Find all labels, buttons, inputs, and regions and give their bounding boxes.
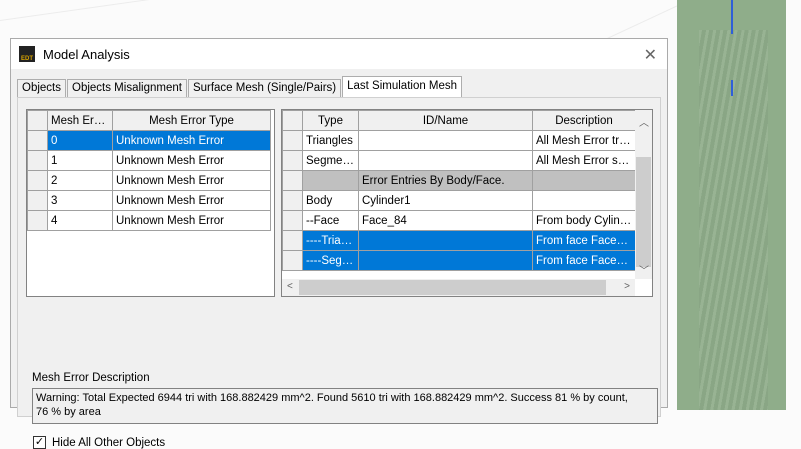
row-header[interactable] [282,210,303,231]
tab-bar: Objects Objects Misalignment Surface Mes… [17,76,463,98]
description-text: Warning: Total Expected 6944 tri with 16… [36,392,628,418]
table-row[interactable]: 0 Unknown Mesh Error [27,130,271,151]
table-cell[interactable]: Triangles [302,130,359,151]
tab-objects-misalignment[interactable]: Objects Misalignment [67,79,187,98]
table-cell[interactable]: 4 [47,210,113,231]
model-analysis-dialog: EDT Model Analysis ✕ Objects Objects Mis… [10,38,668,449]
table-cell[interactable]: All Mesh Error triangl... [532,130,636,151]
table-cell[interactable]: Face_84 [358,210,533,231]
mesh-error-grid: Mesh Error... Mesh Error Type 0 Unknown M… [26,109,275,297]
table-cell[interactable]: 3 [47,190,113,211]
table-cell[interactable] [358,230,533,251]
row-header[interactable] [27,190,48,211]
scroll-right-icon[interactable]: > [624,281,630,292]
column-header-mesh-error[interactable]: Mesh Error... [47,110,113,131]
title-bar: EDT Model Analysis ✕ [11,39,667,69]
column-header-description[interactable]: Description [532,110,636,131]
corner-header [282,110,303,131]
checkbox-label: Hide All Other Objects [52,436,166,449]
axis-line [731,0,733,34]
scroll-down-icon[interactable]: ﹀ [639,262,649,277]
column-header-type[interactable]: Type [302,110,359,131]
tab-objects[interactable]: Objects [17,79,66,98]
table-cell[interactable]: From face Face_84 [532,230,636,251]
scroll-up-icon[interactable]: ︿ [639,114,649,129]
table-row[interactable]: --Face Face_84 From body Cylinder1 [282,210,636,231]
table-cell[interactable]: Unknown Mesh Error [112,210,271,231]
corner-header [27,110,48,131]
row-header[interactable] [27,150,48,171]
scroll-left-icon[interactable]: < [287,281,293,292]
column-header-mesh-error-type[interactable]: Mesh Error Type [112,110,271,131]
table-cell[interactable]: Unknown Mesh Error [112,190,271,211]
table-cell[interactable]: All Mesh Error segme... [532,150,636,171]
table-cell[interactable]: 1 [47,150,113,171]
error-entries-grid: Type ID/Name Description Triangles All Me… [281,109,653,297]
table-cell[interactable]: Unknown Mesh Error [112,150,271,171]
table-cell[interactable]: From face Face_84 [532,250,636,271]
table-cell[interactable]: ----Segm... [302,250,359,271]
table-cell[interactable] [358,150,533,171]
row-header[interactable] [27,170,48,191]
table-row[interactable]: ----Segm... From face Face_84 [282,250,636,271]
table-row[interactable]: 4 Unknown Mesh Error [27,210,271,231]
table-row[interactable]: Segments All Mesh Error segme... [282,150,636,171]
hide-all-other-objects-checkbox[interactable]: ✓ Hide All Other Objects [33,436,165,449]
table-row[interactable]: Error Entries By Body/Face. [282,170,636,191]
row-header[interactable] [282,170,303,191]
table-cell[interactable]: 0 [47,130,113,151]
horizontal-scrollbar[interactable]: < > [282,279,635,296]
row-header[interactable] [282,230,303,251]
tab-surface-mesh[interactable]: Surface Mesh (Single/Pairs) [187,79,342,98]
table-row[interactable]: Triangles All Mesh Error triangl... [282,130,636,151]
table-cell[interactable]: Cylinder1 [358,190,533,211]
dialog-title: Model Analysis [43,46,130,62]
table-cell[interactable]: Segments [302,150,359,171]
table-cell[interactable] [358,250,533,271]
tab-panel: Mesh Error... Mesh Error Type 0 Unknown M… [17,97,661,449]
description-label: Mesh Error Description [32,372,150,384]
row-header[interactable] [27,130,48,151]
close-icon[interactable]: ✕ [644,45,657,65]
table-cell[interactable] [532,190,636,211]
tab-last-simulation-mesh[interactable]: Last Simulation Mesh [342,76,463,98]
table-cell[interactable]: Error Entries By Body/Face. [358,170,533,191]
table-row[interactable]: ----Triang... From face Face_84 [282,230,636,251]
table-row[interactable]: Body Cylinder1 [282,190,636,211]
table-cell[interactable]: Body [302,190,359,211]
row-header[interactable] [282,150,303,171]
row-header[interactable] [282,130,303,151]
cylinder-model[interactable] [677,0,786,410]
table-cell[interactable] [302,170,359,191]
row-header[interactable] [282,190,303,211]
table-cell[interactable]: Unknown Mesh Error [112,130,271,151]
table-cell[interactable] [358,130,533,151]
description-textbox[interactable]: Warning: Total Expected 6944 tri with 16… [32,388,658,424]
axis-line [731,80,733,96]
table-cell[interactable]: ----Triang... [302,230,359,251]
vertical-scrollbar[interactable]: ︿ ﹀ [635,110,652,279]
table-row[interactable]: 2 Unknown Mesh Error [27,170,271,191]
table-cell[interactable]: Unknown Mesh Error [112,170,271,191]
table-cell[interactable]: From body Cylinder1 [532,210,636,231]
table-cell[interactable] [532,170,636,191]
table-cell[interactable]: 2 [47,170,113,191]
row-header[interactable] [282,250,303,271]
table-cell[interactable]: --Face [302,210,359,231]
row-header[interactable] [27,210,48,231]
table-row[interactable]: 1 Unknown Mesh Error [27,150,271,171]
table-row[interactable]: 3 Unknown Mesh Error [27,190,271,211]
column-header-id-name[interactable]: ID/Name [358,110,533,131]
app-logo-icon: EDT [19,46,35,62]
checkbox-check-icon[interactable]: ✓ [33,436,46,449]
